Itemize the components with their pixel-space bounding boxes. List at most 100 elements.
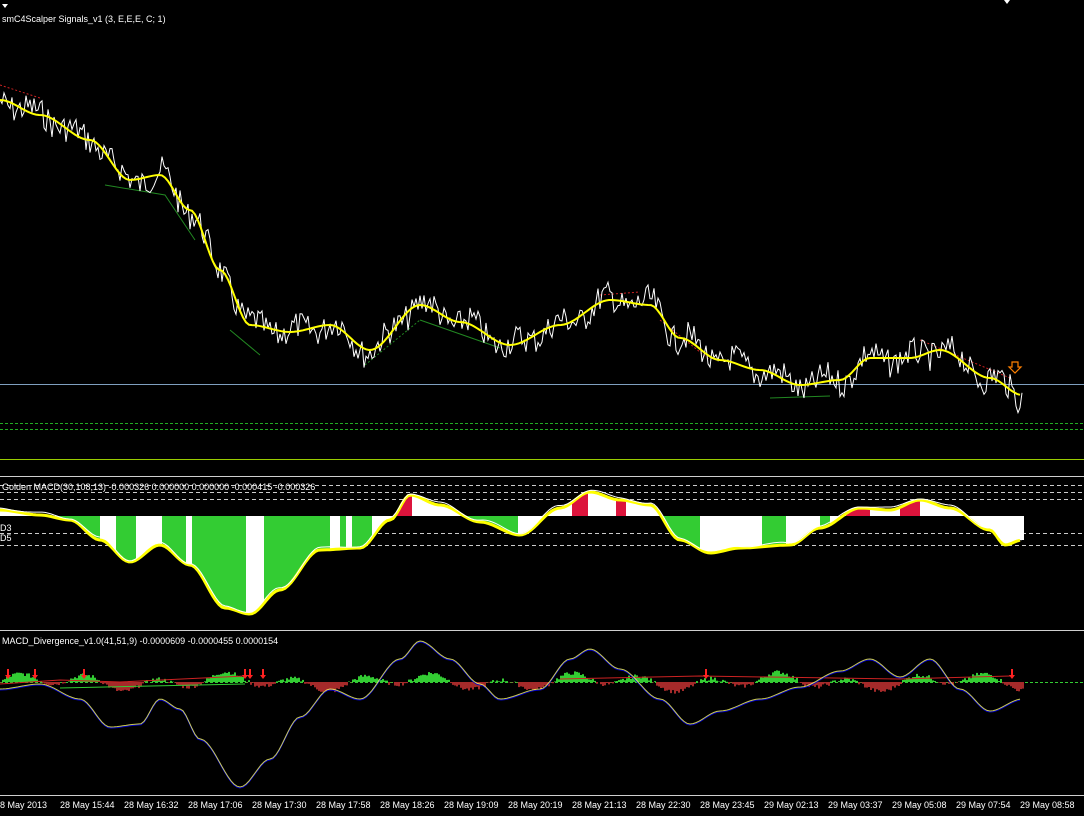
divergence-histogram-bar [784,674,786,682]
macd-histogram-bar [250,516,252,614]
divergence-histogram-bar [734,682,736,687]
divergence-histogram-bar [30,677,32,682]
divergence-histogram-bar [738,682,740,686]
macd-histogram-bar [364,516,366,547]
macd-histogram-bar [262,516,264,606]
divergence-histogram-bar [498,681,500,682]
divergence-histogram-bar [638,677,640,682]
macd-histogram-bar [310,516,312,557]
macd-histogram-bar [160,516,162,545]
divergence-histogram-bar [320,682,322,692]
macd-histogram-bar [624,500,626,516]
macd-histogram-bar [690,516,692,544]
divergence-histogram-bar [250,682,252,685]
macd-histogram-bar [184,516,186,563]
divergence-histogram-bar [56,682,58,685]
macd-histogram-bar [644,504,646,516]
divergence-histogram-bar [206,678,208,682]
divergence-histogram-bar [794,679,796,682]
macd-histogram-bar [698,516,700,549]
macd-histogram-bar [628,500,630,516]
macd-histogram-bar [606,496,608,516]
macd-histogram-bar [158,516,160,546]
divergence-histogram-bar [374,678,376,682]
red-arrow-icon [1009,669,1015,679]
divergence-histogram-bar [176,682,178,685]
divergence-histogram-bar [590,679,592,682]
divergence-histogram-bar [616,681,618,682]
macd-histogram-bar [1016,516,1018,542]
divergence-histogram-bar [666,682,668,691]
macd-histogram-bar [264,516,266,604]
scroll-marker-icon [1004,0,1010,4]
divergence-histogram-bar [288,679,290,682]
divergence-histogram-bar [232,674,234,682]
divergence-histogram-bar [432,674,434,682]
macd-histogram-bar [1000,516,1002,542]
divergence-histogram-bar [278,680,280,682]
macd-histogram-bar [916,500,918,516]
macd-histogram-bar [590,492,592,516]
macd-histogram-bar [686,516,688,542]
down-triangle-icon[interactable] [2,4,8,8]
macd-histogram-bar [648,504,650,516]
macd-histogram-bar [768,516,770,547]
divergence-histogram-bar [458,682,460,685]
divergence-histogram-bar [198,682,200,684]
divergence-histogram-bar [578,672,580,682]
macd-histogram-bar [142,516,144,556]
macd-histogram-bar [410,495,412,516]
divergence-histogram-bar [524,682,526,689]
divergence-histogram-bar [780,673,782,682]
divergence-histogram-bar [118,682,120,691]
divergence-histogram-bar [630,678,632,682]
macd-histogram-bar [724,516,726,551]
divergence-histogram-bar [602,682,604,686]
macd-histogram-bar [356,516,358,549]
divergence-histogram-bar [972,674,974,682]
divergence-histogram-bar [980,673,982,682]
divergence-histogram-bar [674,682,676,694]
macd-histogram-bar [282,516,284,590]
divergence-histogram-bar [764,676,766,682]
macd-histogram-bar [1004,516,1006,545]
macd-histogram-bar [694,516,696,546]
macd-histogram-bar [576,499,578,516]
divergence-histogram-bar [258,682,260,688]
macd-histogram-bar [128,516,130,562]
macd-histogram-bar [330,516,332,550]
divergence-histogram-bar [470,682,472,688]
macd-histogram-bar [274,516,276,593]
divergence-histogram-bar [532,682,534,690]
divergence-histogram-bar [238,676,240,682]
divergence-histogram-bar [262,682,264,686]
macd-histogram-bar [520,516,522,535]
divergence-histogram-bar [898,682,900,686]
macd-histogram-bar [208,516,210,588]
divergence-histogram-bar [274,682,276,684]
macd-histogram-bar [292,516,294,582]
macd-histogram-bar [256,516,258,612]
chart-canvas[interactable] [0,0,1084,816]
divergence-histogram-bar [410,679,412,682]
divergence-histogram-bar [222,673,224,682]
divergence-histogram-bar [618,680,620,682]
divergence-histogram-bar [554,681,556,682]
macd-histogram-bar [418,496,420,516]
macd-histogram-bar [240,516,242,612]
macd-histogram-bar [578,497,580,516]
macd-histogram-bar [794,516,796,545]
divergence-histogram-bar [64,682,66,684]
divergence-histogram-bar [488,682,490,683]
divergence-histogram-bar [1010,682,1012,687]
divergence-histogram-bar [248,680,250,682]
divergence-histogram-bar [322,682,324,692]
divergence-histogram-bar [414,679,416,682]
macd-histogram-bar [118,516,120,555]
price-line [0,91,1023,415]
divergence-histogram-bar [434,673,436,682]
divergence-histogram-bar [1020,682,1022,690]
divergence-histogram-bar [426,675,428,682]
divergence-histogram-bar [412,681,414,682]
macd-histogram-bar [750,516,752,548]
